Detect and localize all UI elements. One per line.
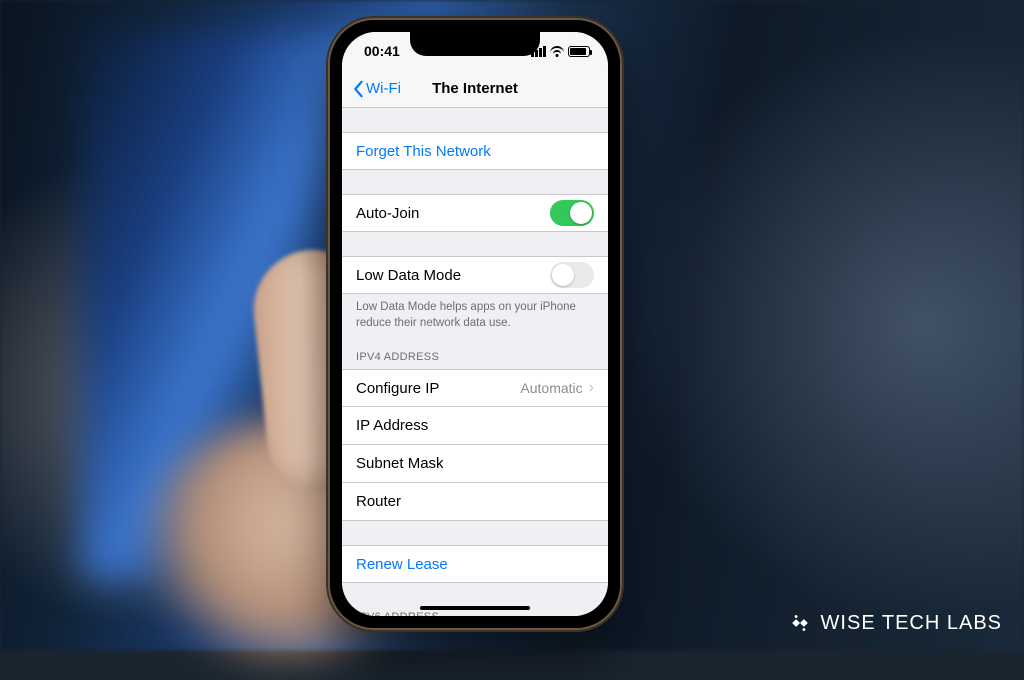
watermark-text: WISE TECH LABS [821,612,1002,635]
home-indicator[interactable] [420,606,530,610]
low-data-mode-row[interactable]: Low Data Mode [342,256,608,294]
router-ipv4-label: Router [356,493,401,510]
subnet-mask-label: Subnet Mask [356,455,444,472]
nav-bar: Wi-Fi The Internet [342,70,608,108]
renew-lease-button[interactable]: Renew Lease [342,545,608,583]
configure-ip-value: Automatic [520,380,582,396]
subnet-mask-row: Subnet Mask [342,445,608,483]
wifi-icon [550,46,564,56]
ip-address-row: IP Address [342,407,608,445]
router-ipv4-row: Router [342,483,608,521]
iphone-frame: 00:41 Wi-Fi The Internet Forget This Net… [330,20,620,628]
configure-ip-row[interactable]: Configure IP Automatic › [342,369,608,407]
chevron-left-icon [352,80,364,98]
low-data-mode-label: Low Data Mode [356,267,461,284]
chevron-right-icon: › [589,380,594,396]
ipv4-section-header: IPV4 ADDRESS [342,347,608,369]
wise-tech-labs-logo-icon [787,610,813,636]
screen: 00:41 Wi-Fi The Internet Forget This Net… [342,32,608,616]
ip-address-label: IP Address [356,417,428,434]
auto-join-row[interactable]: Auto-Join [342,194,608,232]
battery-icon [568,46,590,57]
auto-join-label: Auto-Join [356,205,419,222]
watermark: WISE TECH LABS [787,610,1002,636]
back-button[interactable]: Wi-Fi [352,80,401,98]
back-label: Wi-Fi [366,80,401,97]
settings-list[interactable]: Forget This Network Auto-Join Low Data M… [342,108,608,616]
status-time: 00:41 [364,43,400,59]
configure-ip-label: Configure IP [356,380,439,397]
low-data-mode-toggle[interactable] [550,262,594,288]
forget-network-button[interactable]: Forget This Network [342,132,608,170]
low-data-mode-note: Low Data Mode helps apps on your iPhone … [342,294,608,333]
notch [410,32,540,56]
auto-join-toggle[interactable] [550,200,594,226]
